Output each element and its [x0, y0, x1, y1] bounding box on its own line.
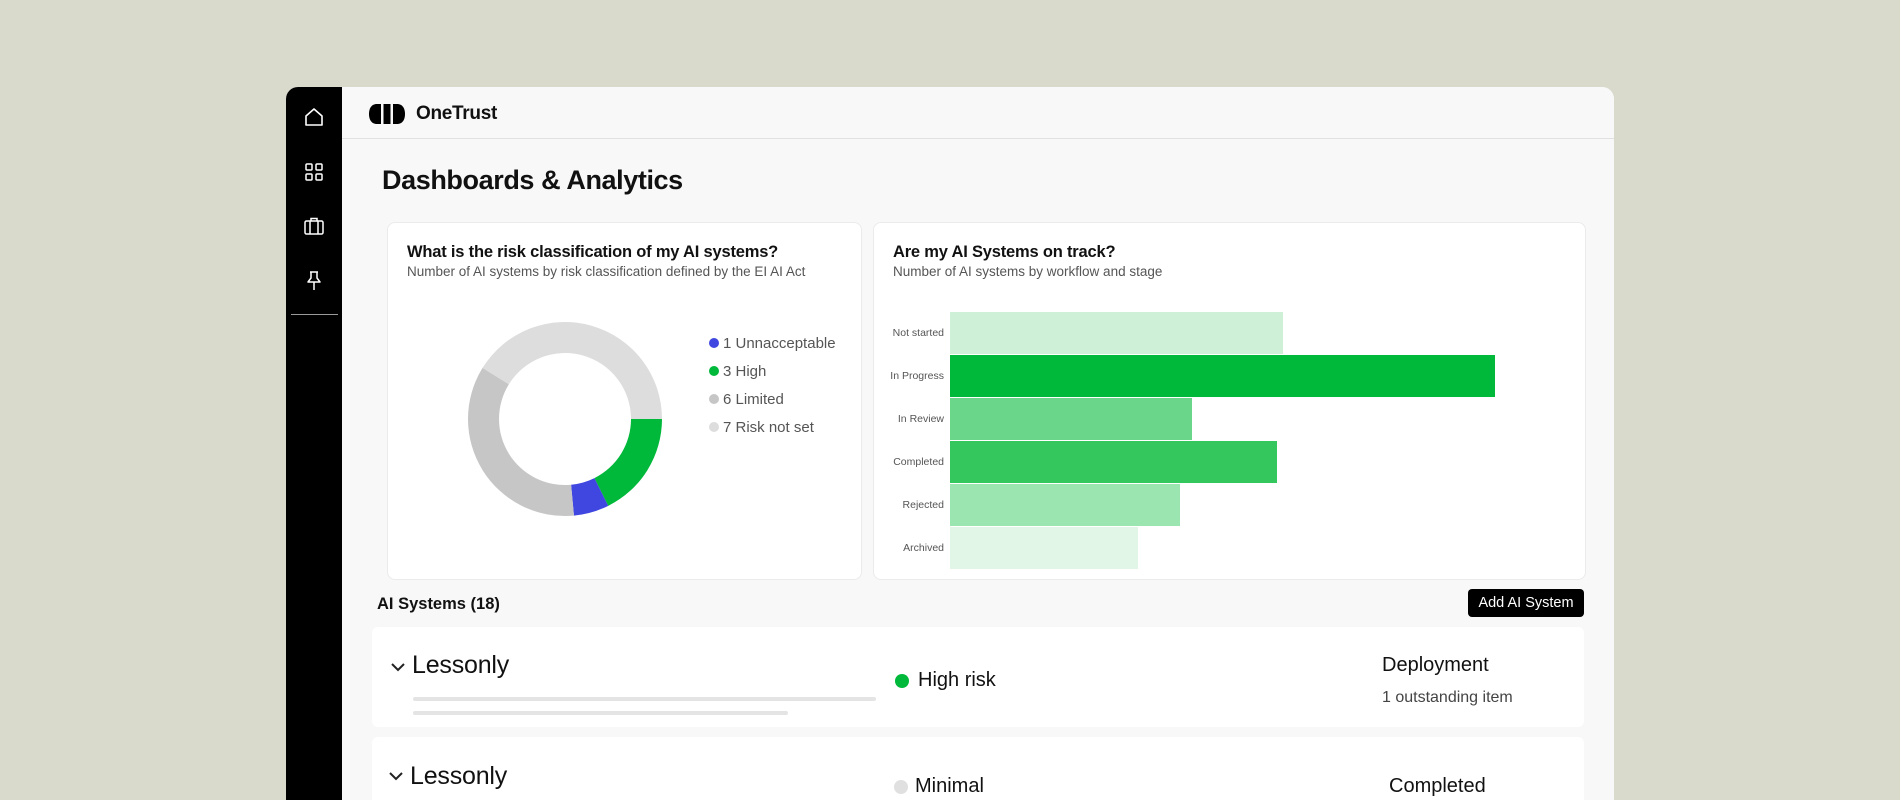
donut-slice-limited[interactable] — [468, 367, 574, 516]
chevron-down-icon[interactable] — [388, 768, 404, 784]
legend-item: 1 Unnacceptable — [709, 329, 836, 357]
briefcase-icon[interactable] — [301, 213, 327, 239]
risk-status-dot — [895, 674, 909, 688]
risk-label: Minimal — [915, 775, 984, 797]
legend-item: 7 Risk not set — [709, 413, 836, 441]
nav-divider — [291, 314, 338, 315]
left-nav-rail — [286, 87, 342, 800]
ai-systems-section-title: AI Systems (18) — [377, 595, 500, 613]
skeleton-line — [413, 711, 788, 715]
add-ai-system-button[interactable]: Add AI System — [1468, 589, 1584, 617]
bar-not-started[interactable] — [950, 312, 1283, 354]
ai-system-row[interactable]: Lessonly Minimal Completed — [372, 737, 1584, 800]
risk-classification-card: What is the risk classification of my AI… — [387, 222, 862, 580]
donut-legend: 1 Unnacceptable 3 High 6 Limited 7 Risk not… — [709, 329, 836, 441]
bar-category-label: Archived — [903, 542, 944, 554]
donut-slice-high[interactable] — [594, 419, 662, 506]
bar-archived[interactable] — [950, 527, 1138, 569]
bar-category-label: In Review — [897, 413, 944, 425]
app-window: OneTrust Dashboards & Analytics What is … — [286, 87, 1614, 800]
bar-category-label: Completed — [893, 456, 944, 468]
system-name[interactable]: Lessonly — [410, 762, 507, 791]
main-area: OneTrust Dashboards & Analytics What is … — [342, 87, 1614, 800]
bar-in-review[interactable] — [950, 398, 1192, 440]
stage-label: Completed — [1389, 775, 1486, 797]
legend-item: 3 High — [709, 357, 836, 385]
onetrust-logo-icon — [369, 104, 405, 124]
system-name[interactable]: Lessonly — [412, 651, 509, 680]
legend-label: 6 Limited — [723, 390, 784, 408]
card-title: What is the risk classification of my AI… — [407, 243, 779, 261]
legend-label: 3 High — [723, 362, 767, 380]
card-subtitle: Number of AI systems by risk classificat… — [407, 264, 806, 279]
risk-label: High risk — [918, 669, 996, 691]
ai-systems-on-track-card: Are my AI Systems on track? Number of AI… — [873, 222, 1586, 580]
stage-bar-chart: Not started In Progress In Review Completed… — [874, 223, 1585, 579]
ai-system-row[interactable]: Lessonly High risk Deployment 1 outstand… — [372, 627, 1584, 727]
risk-status-dot — [894, 780, 908, 794]
brand-logo[interactable]: OneTrust — [368, 103, 497, 125]
legend-label: 7 Risk not set — [723, 418, 814, 436]
legend-label: 1 Unnacceptable — [723, 334, 836, 352]
top-bar: OneTrust — [342, 87, 1614, 139]
legend-swatch — [709, 366, 719, 376]
bar-completed[interactable] — [950, 441, 1277, 483]
grid-icon[interactable] — [301, 159, 327, 185]
outstanding-items[interactable]: 1 outstanding item — [1382, 689, 1513, 707]
risk-donut-chart — [468, 322, 662, 516]
legend-swatch — [709, 422, 719, 432]
donut-slice-risk-not-set[interactable] — [482, 322, 662, 419]
bar-category-label: Not started — [892, 327, 944, 339]
page-title: Dashboards & Analytics — [382, 165, 683, 195]
brand-name: OneTrust — [416, 103, 498, 124]
skeleton-line — [413, 697, 876, 701]
pin-icon[interactable] — [301, 268, 327, 294]
bar-in-progress[interactable] — [950, 355, 1495, 397]
chevron-down-icon[interactable] — [390, 659, 406, 675]
legend-item: 6 Limited — [709, 385, 836, 413]
home-icon[interactable] — [301, 104, 327, 130]
bar-category-label: Rejected — [902, 499, 944, 511]
legend-swatch — [709, 338, 719, 348]
bar-rejected[interactable] — [950, 484, 1180, 526]
legend-swatch — [709, 394, 719, 404]
bar-category-label: In Progress — [890, 370, 944, 382]
stage-label: Deployment — [1382, 654, 1489, 676]
